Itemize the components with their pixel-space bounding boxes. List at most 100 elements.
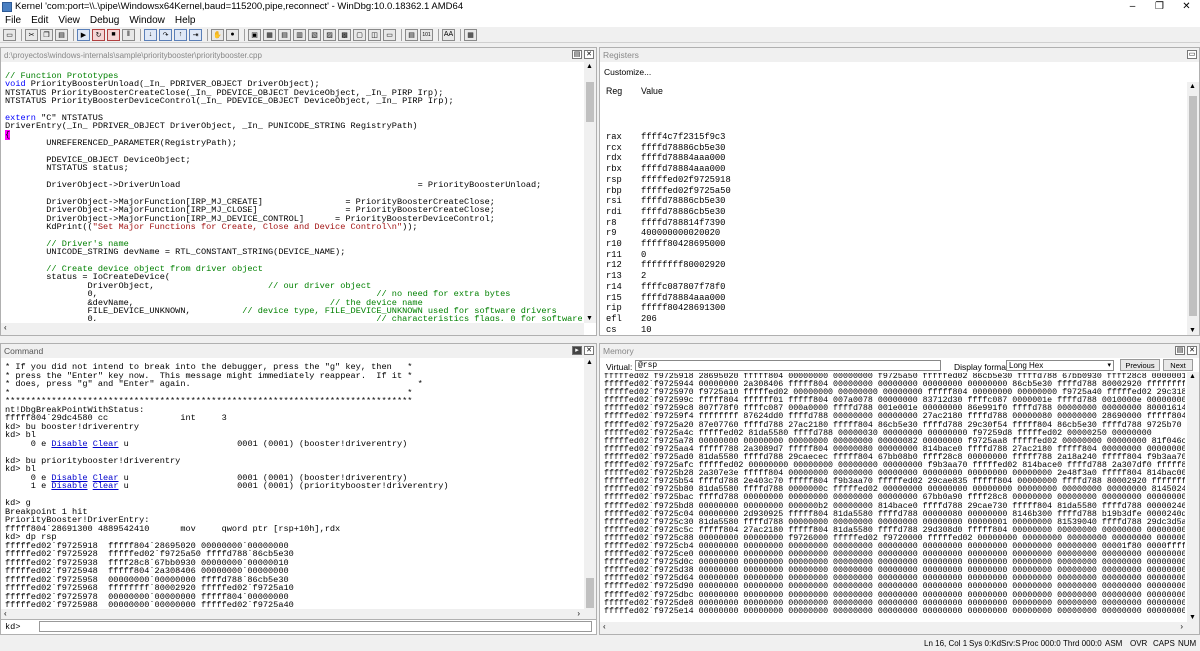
copy-icon[interactable]: ❐ [40, 28, 53, 41]
next-button[interactable]: Next [1163, 359, 1193, 371]
step-out-icon[interactable]: ↑ [174, 28, 187, 41]
close-icon[interactable]: ✕ [584, 50, 594, 59]
register-value[interactable]: 400000000020020 [641, 228, 731, 239]
menu-view[interactable]: View [53, 15, 85, 26]
register-value[interactable]: ffffffff80002920 [641, 260, 731, 271]
hand-icon[interactable]: ✋ [211, 28, 224, 41]
register-value[interactable]: fffffed02f9725918 [641, 175, 731, 186]
memory-horizontal-scrollbar[interactable]: ‹ › [600, 622, 1199, 634]
scroll-up-icon[interactable]: ▲ [1189, 83, 1196, 90]
close-button[interactable]: ✕ [1173, 0, 1200, 13]
register-row[interactable]: r12 ffffffff80002920 [606, 260, 731, 271]
source-vertical-scrollbar[interactable]: ▲ ▼ [584, 62, 596, 323]
dock-icon[interactable]: ▤ [572, 50, 582, 59]
memory-vertical-scrollbar[interactable]: ▲ ▼ [1187, 372, 1199, 622]
register-row[interactable]: rip fffff80428691300 [606, 303, 731, 314]
dock-icon[interactable]: ▤ [1175, 346, 1185, 355]
register-row[interactable]: r14 ffffc087807f78f0 [606, 282, 731, 293]
font-icon[interactable]: AA [442, 28, 455, 41]
register-row[interactable]: rcx ffffd78886cb5e30 [606, 143, 731, 154]
hex-display-icon[interactable]: 101 [420, 28, 433, 41]
scroll-up-icon[interactable]: ▲ [1189, 373, 1196, 380]
disable-link[interactable]: Disable [51, 481, 87, 491]
register-value[interactable]: fffff80428695000 [641, 239, 731, 250]
close-icon[interactable]: ✕ [1187, 346, 1197, 355]
register-value[interactable]: ffffd78886cb5e30 [641, 207, 731, 218]
paste-icon[interactable]: ▤ [55, 28, 68, 41]
watch-window-icon[interactable]: ▦ [263, 28, 276, 41]
command-window-icon[interactable]: ▣ [248, 28, 261, 41]
disassembly-icon[interactable]: ▩ [338, 28, 351, 41]
maximize-button[interactable]: ❐ [1146, 0, 1173, 13]
scroll-right-icon[interactable]: › [1180, 622, 1183, 631]
virtual-address-input[interactable]: @rsp [635, 360, 941, 371]
dock-icon[interactable]: ▭ [1187, 50, 1197, 59]
step-into-icon[interactable]: ↓ [144, 28, 157, 41]
registers-window-icon[interactable]: ▥ [293, 28, 306, 41]
insert-breakpoint-icon[interactable]: ● [226, 28, 239, 41]
menu-help[interactable]: Help [170, 15, 201, 26]
go-icon[interactable]: ▶ [77, 28, 90, 41]
dock-icon[interactable]: ▸ [572, 346, 582, 355]
register-value[interactable]: 10 [641, 325, 731, 335]
options-icon[interactable]: ▦ [464, 28, 477, 41]
register-value[interactable]: ffffc087807f78f0 [641, 282, 731, 293]
clear-link[interactable]: Clear [93, 481, 119, 491]
scrollbar-thumb[interactable] [586, 578, 594, 608]
register-row[interactable]: rdx ffffd78884aaa000 [606, 153, 731, 164]
scroll-left-icon[interactable]: ‹ [4, 323, 7, 332]
scroll-up-icon[interactable]: ▲ [586, 359, 593, 366]
scrollbar-thumb[interactable] [1189, 96, 1197, 316]
scroll-up-icon[interactable]: ▲ [586, 63, 593, 70]
menu-edit[interactable]: Edit [26, 15, 53, 26]
call-stack-icon[interactable]: ▨ [323, 28, 336, 41]
break-icon[interactable]: ‖ [122, 28, 135, 41]
scratch-pad-icon[interactable]: ▢ [353, 28, 366, 41]
register-row[interactable]: rsp fffffed02f9725918 [606, 175, 731, 186]
minimize-button[interactable]: – [1119, 0, 1146, 13]
register-row[interactable]: r10 fffff80428695000 [606, 239, 731, 250]
command-input[interactable] [39, 621, 592, 632]
scroll-down-icon[interactable]: ▼ [1189, 327, 1196, 334]
register-row[interactable]: rdi ffffd78886cb5e30 [606, 207, 731, 218]
customize-button[interactable]: Customize... [604, 67, 651, 77]
scrollbar-thumb[interactable] [586, 82, 594, 122]
register-value[interactable]: 206 [641, 314, 731, 325]
register-value[interactable]: ffff4c7f2315f9c3 [641, 132, 731, 143]
source-mode-off-icon[interactable]: ▤ [405, 28, 418, 41]
run-to-cursor-icon[interactable]: ⇥ [189, 28, 202, 41]
register-value[interactable]: ffffd78886cb5e30 [641, 196, 731, 207]
close-icon[interactable]: ✕ [584, 346, 594, 355]
clear-link[interactable]: Clear [93, 439, 119, 449]
memory-dump[interactable]: fffffed02`f9725918 28695020 fffff804 000… [604, 373, 1185, 621]
register-value[interactable]: ffffd78884aaa000 [641, 164, 731, 175]
register-value[interactable]: ffffd78884aaa000 [641, 293, 731, 304]
display-format-select[interactable]: Long Hex ▾ [1006, 360, 1114, 371]
register-row[interactable]: r9 400000000020020 [606, 228, 731, 239]
memory-window-icon[interactable]: ▧ [308, 28, 321, 41]
scroll-down-icon[interactable]: ▼ [586, 315, 593, 322]
register-value[interactable]: 2 [641, 271, 731, 282]
register-row[interactable]: rbx ffffd78884aaa000 [606, 164, 731, 175]
open-icon[interactable]: ▭ [3, 28, 16, 41]
register-value[interactable]: ffffd78884aaa000 [641, 153, 731, 164]
register-row[interactable]: rsi ffffd78886cb5e30 [606, 196, 731, 207]
scroll-down-icon[interactable]: ▼ [1189, 614, 1196, 621]
register-value[interactable]: ffffd78886cb5e30 [641, 143, 731, 154]
disable-link[interactable]: Disable [51, 439, 87, 449]
processes-threads-icon[interactable]: ◫ [368, 28, 381, 41]
register-value[interactable]: ffffd788814f7390 [641, 218, 731, 229]
register-row[interactable]: r8 ffffd788814f7390 [606, 218, 731, 229]
source-horizontal-scrollbar[interactable]: ‹ [1, 323, 584, 335]
previous-button[interactable]: Previous [1120, 359, 1160, 371]
register-value[interactable]: 0 [641, 250, 731, 261]
source-code[interactable]: // Function Prototypes void PriorityBoost… [5, 72, 582, 321]
register-row[interactable]: cs 10 [606, 325, 731, 335]
register-row[interactable]: r11 0 [606, 250, 731, 261]
register-row[interactable]: rax ffff4c7f2315f9c3 [606, 132, 731, 143]
register-row[interactable]: efl 206 [606, 314, 731, 325]
stop-icon[interactable]: ■ [107, 28, 120, 41]
command-output[interactable]: * If you did not intend to break into th… [5, 363, 582, 611]
register-row[interactable]: ds2b [606, 335, 731, 336]
registers-vertical-scrollbar[interactable]: ▲ ▼ [1187, 82, 1199, 335]
